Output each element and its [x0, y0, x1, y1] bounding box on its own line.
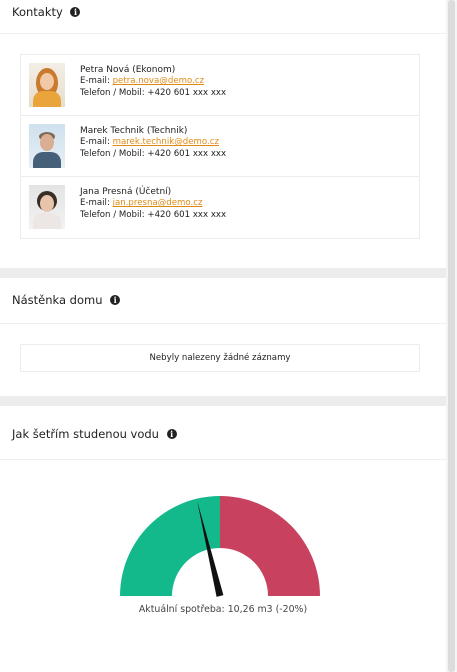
email-link[interactable]: petra.nova@demo.cz: [113, 76, 204, 86]
info-icon[interactable]: i: [110, 295, 121, 305]
email-label: E-mail:: [80, 76, 110, 87]
email-label: E-mail:: [80, 198, 110, 209]
avatar: [29, 63, 65, 107]
avatar: [29, 124, 65, 168]
avatar: [29, 185, 65, 229]
contacts-title: Kontakty: [12, 5, 63, 19]
email-label: E-mail:: [80, 137, 110, 148]
contact-list: Petra Nová (Ekonom) E-mail: petra.nova@d…: [20, 54, 420, 239]
contact-phone: Telefon / Mobil: +420 601 xxx xxx: [80, 148, 227, 159]
consumption-gauge: [120, 496, 320, 597]
water-header: Jak šetřím studenou vodu i: [0, 406, 446, 460]
gauge-good-arc: [120, 496, 220, 596]
contact-item: Jana Presná (Účetní) E-mail: jan.presna@…: [21, 177, 419, 238]
consumption-label: Aktuální spotřeba: 10,26 m3 (-20%): [138, 604, 308, 615]
water-title: Jak šetřím studenou vodu: [12, 427, 159, 441]
contact-item: Petra Nová (Ekonom) E-mail: petra.nova@d…: [21, 55, 419, 116]
contact-name: Marek Technik (Technik): [80, 126, 188, 136]
contacts-panel: Kontakty i Petra Nová (Ekonom) E-mail: p…: [0, 0, 446, 268]
email-link[interactable]: marek.technik@demo.cz: [113, 137, 219, 147]
contact-phone: Telefon / Mobil: +420 601 xxx xxx: [80, 209, 227, 220]
scrollbar-thumb[interactable]: [448, 0, 455, 672]
contact-name: Petra Nová (Ekonom): [80, 65, 176, 75]
gauge-bad-arc: [220, 496, 320, 596]
empty-message: Nebyly nalezeny žádné záznamy: [20, 344, 420, 372]
water-saving-panel: Jak šetřím studenou vodu i Aktuální spot…: [0, 406, 446, 672]
notice-board-panel: Nástěnka domu i Nebyly nalezeny žádné zá…: [0, 278, 446, 396]
notice-board-header: Nástěnka domu i: [0, 278, 446, 324]
contact-phone: Telefon / Mobil: +420 601 xxx xxx: [80, 87, 227, 98]
info-icon[interactable]: i: [70, 7, 81, 17]
contact-item: Marek Technik (Technik) E-mail: marek.te…: [21, 116, 419, 177]
email-link[interactable]: jan.presna@demo.cz: [113, 198, 203, 208]
contacts-header: Kontakty i: [0, 0, 446, 34]
info-icon[interactable]: i: [166, 429, 177, 439]
contact-name: Jana Presná (Účetní): [80, 187, 172, 197]
scrollbar[interactable]: [446, 0, 457, 672]
notice-board-title: Nástěnka domu: [12, 293, 103, 307]
